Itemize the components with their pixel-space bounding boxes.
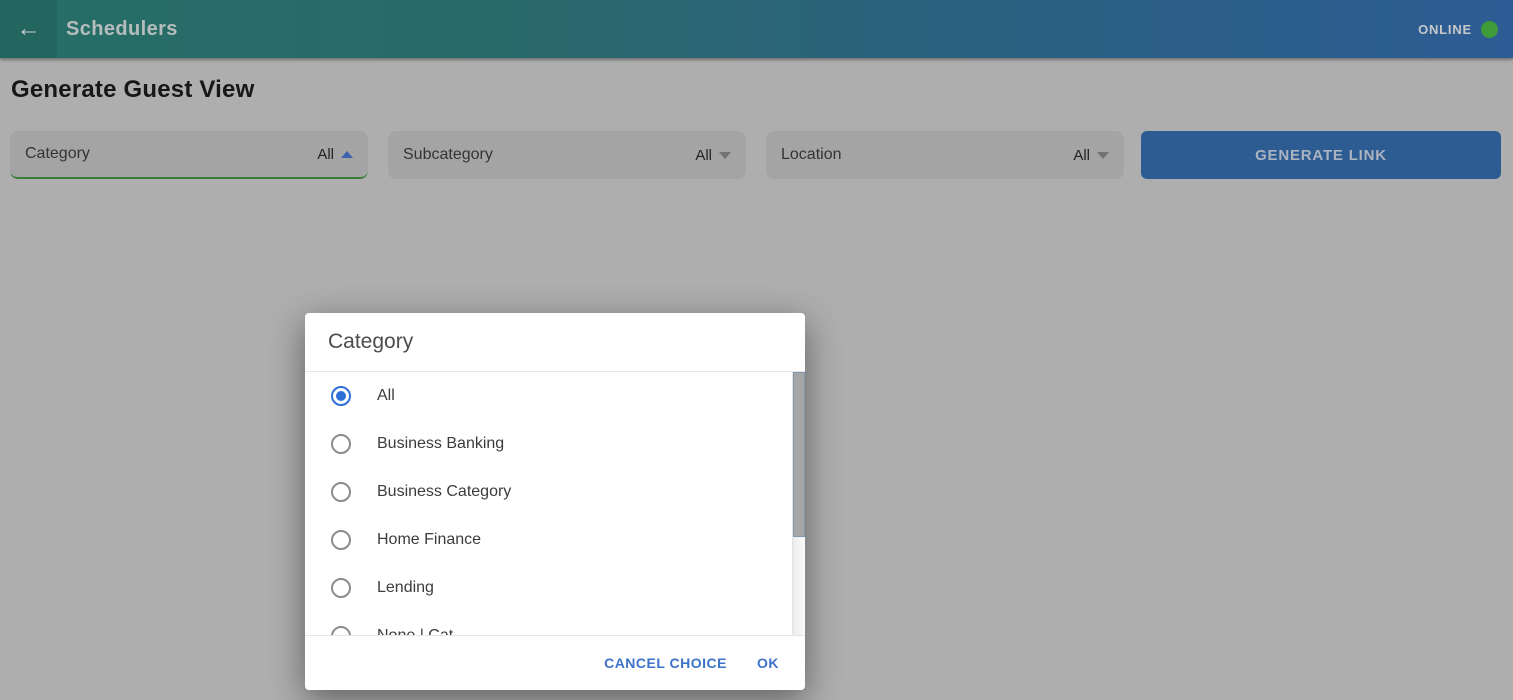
option-label: Business Banking [377, 435, 504, 453]
option-home-finance[interactable]: Home Finance [305, 516, 805, 564]
radio-unselected-icon[interactable] [331, 530, 351, 550]
subcategory-dropdown-label: Subcategory [403, 146, 493, 164]
chevron-down-icon [719, 152, 731, 159]
radio-unselected-icon[interactable] [331, 626, 351, 635]
radio-selected-icon[interactable] [331, 386, 351, 406]
category-dropdown-value: All [317, 146, 353, 163]
ok-button[interactable]: OK [757, 655, 779, 671]
category-dialog-header: Category [305, 313, 805, 372]
category-dropdown[interactable]: Category All [10, 131, 368, 179]
category-dialog-footer: CANCEL CHOICE OK [305, 635, 805, 690]
option-none-cat[interactable]: None | Cat [305, 612, 805, 635]
option-label: Home Finance [377, 531, 481, 549]
radio-unselected-icon[interactable] [331, 482, 351, 502]
chevron-down-icon [1097, 152, 1109, 159]
category-selected-value: All [317, 146, 334, 163]
option-all[interactable]: All [305, 372, 805, 420]
page-title: Generate Guest View [11, 76, 254, 104]
subcategory-selected-value: All [695, 147, 712, 164]
location-dropdown-value: All [1073, 147, 1109, 164]
radio-unselected-icon[interactable] [331, 578, 351, 598]
location-selected-value: All [1073, 147, 1090, 164]
online-status-dot-icon [1481, 21, 1498, 38]
top-app-bar: ← Schedulers ONLINE [0, 0, 1513, 58]
option-label: Lending [377, 579, 434, 597]
option-business-banking[interactable]: Business Banking [305, 420, 805, 468]
option-label: None | Cat [377, 627, 453, 635]
option-lending[interactable]: Lending [305, 564, 805, 612]
generate-link-button[interactable]: GENERATE LINK [1141, 131, 1501, 179]
category-dropdown-label: Category [25, 145, 90, 163]
dialog-scrollbar-thumb[interactable] [793, 372, 805, 537]
subcategory-dropdown-value: All [695, 147, 731, 164]
back-arrow-icon: ← [17, 17, 41, 41]
back-button[interactable]: ← [0, 0, 57, 58]
subcategory-dropdown[interactable]: Subcategory All [388, 131, 746, 179]
radio-unselected-icon[interactable] [331, 434, 351, 454]
online-status-label: ONLINE [1418, 22, 1472, 37]
chevron-up-icon [341, 151, 353, 158]
app-bar-title: Schedulers [66, 18, 178, 41]
location-dropdown-label: Location [781, 146, 842, 164]
category-dialog: Category All Business Banking Business C… [305, 313, 805, 690]
option-label: Business Category [377, 483, 511, 501]
option-label: All [377, 387, 395, 405]
dialog-scrollbar-track[interactable] [792, 372, 805, 635]
connection-status: ONLINE [1418, 21, 1513, 38]
option-business-category[interactable]: Business Category [305, 468, 805, 516]
cancel-choice-button[interactable]: CANCEL CHOICE [604, 655, 727, 671]
location-dropdown[interactable]: Location All [766, 131, 1124, 179]
category-dialog-title: Category [328, 330, 413, 354]
category-option-list: All Business Banking Business Category H… [305, 372, 805, 635]
